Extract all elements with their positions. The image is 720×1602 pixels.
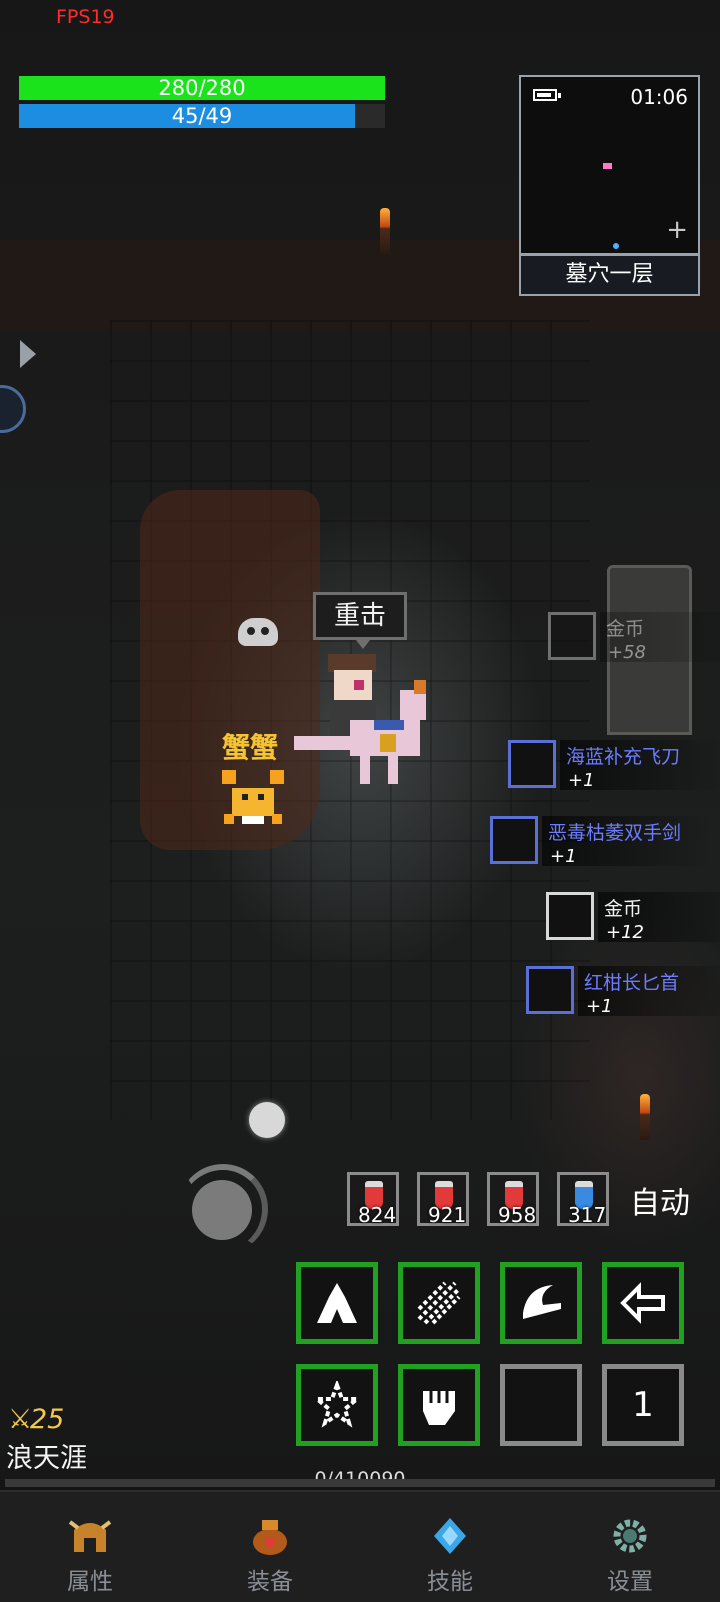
skill-slot-4[interactable] bbox=[602, 1262, 684, 1344]
target-indicator bbox=[249, 1102, 285, 1138]
hp-text: 280/280 bbox=[158, 76, 246, 100]
skill-page-button[interactable]: 1 bbox=[602, 1364, 684, 1446]
fps-counter: FPS19 bbox=[56, 6, 115, 28]
potion-slot-hp[interactable]: 958 bbox=[487, 1172, 539, 1227]
gear-icon bbox=[613, 1519, 647, 1553]
mp-bar: 45/49 bbox=[19, 104, 385, 128]
dash-skill-icon bbox=[317, 1283, 357, 1323]
minimap-player-marker bbox=[613, 243, 619, 249]
throwing-knife-icon bbox=[508, 740, 556, 788]
floor-name-button[interactable]: 墓穴一层 bbox=[519, 254, 700, 296]
bag-icon bbox=[253, 1520, 287, 1555]
enemy-name-label: 蟹蟹 bbox=[222, 731, 279, 764]
torch-icon bbox=[640, 1094, 650, 1140]
potion-slot-hp[interactable]: 824 bbox=[347, 1172, 399, 1227]
star-skill-icon bbox=[313, 1381, 361, 1428]
bottom-nav: 属性 装备 技能 设置 bbox=[0, 1490, 720, 1602]
hp-bar: 280/280 bbox=[19, 76, 385, 100]
gold-coin-icon bbox=[548, 612, 596, 660]
potion-slot-hp[interactable]: 921 bbox=[417, 1172, 469, 1227]
joystick-knob[interactable] bbox=[192, 1180, 252, 1240]
skull-icon bbox=[238, 618, 278, 646]
battery-icon bbox=[533, 89, 561, 101]
minimap-enemy-marker bbox=[603, 163, 612, 169]
greatsword-icon bbox=[490, 816, 538, 864]
gold-coin-icon bbox=[546, 892, 594, 940]
sword-icon: ⚔ bbox=[8, 1404, 33, 1435]
crab-enemy bbox=[222, 770, 284, 824]
mp-text: 45/49 bbox=[171, 104, 233, 128]
auto-battle-button[interactable]: 自动 bbox=[630, 1178, 690, 1222]
skill-slot-3[interactable] bbox=[500, 1262, 582, 1344]
skill-popup: 重击 bbox=[313, 592, 407, 649]
arrow-skill-icon bbox=[620, 1282, 665, 1324]
nav-item-settings[interactable]: 设置 bbox=[540, 1498, 720, 1598]
expand-arrow-icon[interactable] bbox=[20, 340, 36, 368]
minimap[interactable]: 01:06 + bbox=[519, 75, 700, 255]
nav-item-skills[interactable]: 技能 bbox=[360, 1498, 540, 1598]
wave-skill-icon bbox=[523, 1285, 561, 1319]
player-character bbox=[294, 654, 426, 784]
slash-skill-icon bbox=[417, 1281, 461, 1325]
plus-icon[interactable]: + bbox=[666, 215, 688, 245]
clock-time: 01:06 bbox=[630, 85, 688, 109]
potion-slot-mp[interactable]: 317 bbox=[557, 1172, 609, 1227]
skill-slot-1[interactable] bbox=[296, 1262, 378, 1344]
skill-slot-6[interactable] bbox=[398, 1364, 480, 1446]
empty-skill-slot[interactable] bbox=[500, 1364, 582, 1446]
fist-skill-icon bbox=[423, 1391, 455, 1425]
skill-slot-2[interactable] bbox=[398, 1262, 480, 1344]
crystal-icon bbox=[434, 1518, 466, 1554]
nav-item-equipment[interactable]: 装备 bbox=[180, 1498, 360, 1598]
player-level: ⚔25 bbox=[8, 1404, 65, 1435]
skill-slot-5[interactable] bbox=[296, 1364, 378, 1446]
torch-icon bbox=[380, 208, 390, 254]
dagger-icon bbox=[526, 966, 574, 1014]
nav-item-attributes[interactable]: 属性 bbox=[0, 1498, 180, 1598]
helmet-icon bbox=[68, 1520, 112, 1552]
xp-bar bbox=[5, 1479, 715, 1487]
